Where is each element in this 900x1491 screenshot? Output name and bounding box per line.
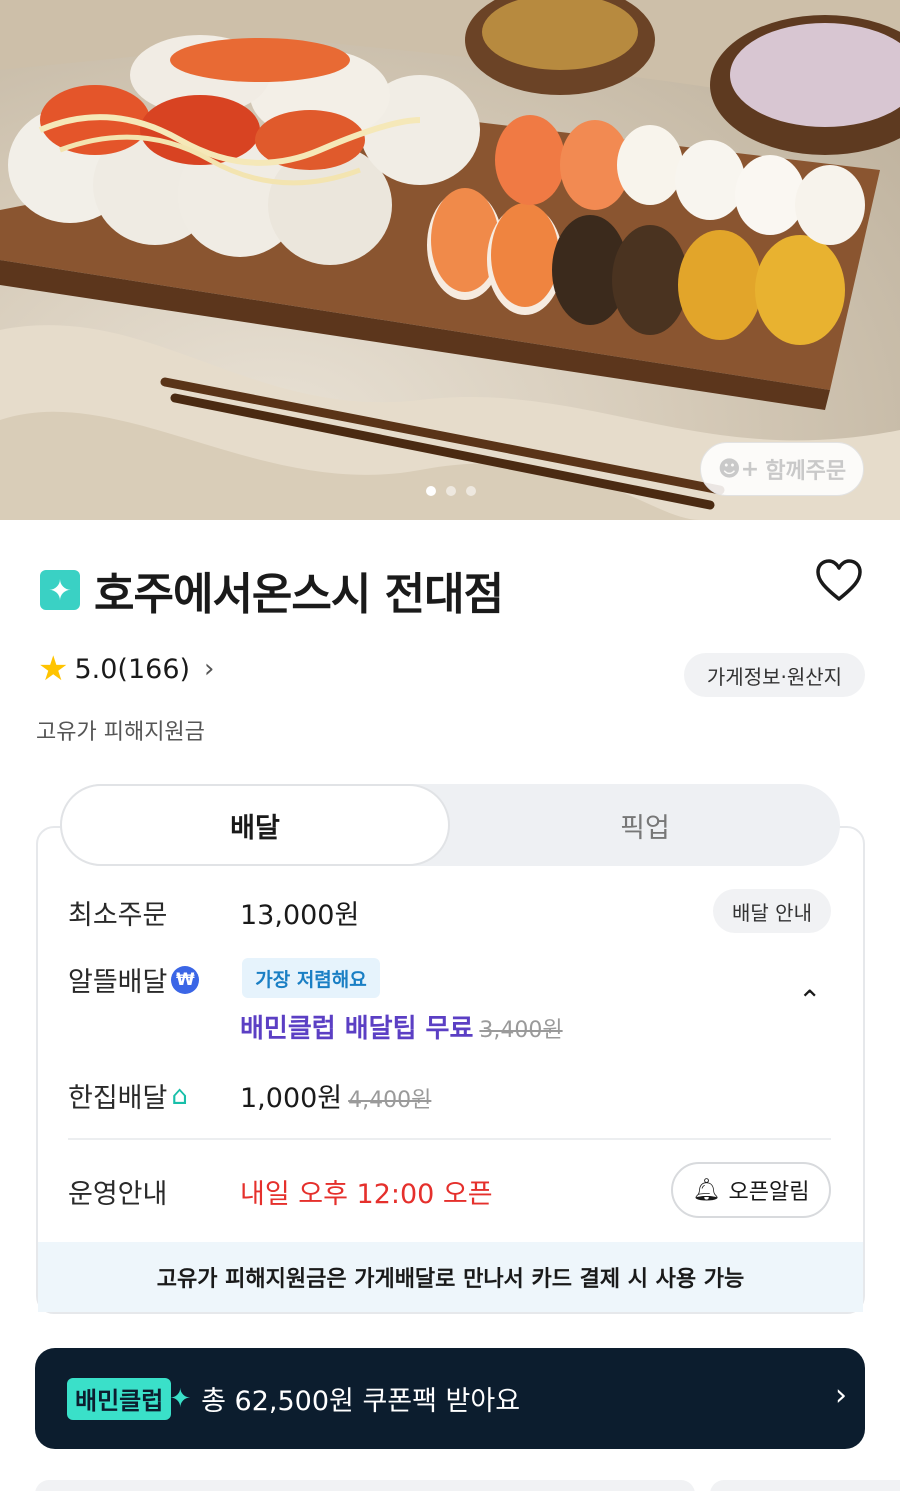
hours-label: 운영안내 [68, 1179, 168, 1210]
tab-pickup[interactable]: 픽업 [450, 784, 840, 866]
single-delivery-value: 1,000원 [240, 1083, 343, 1114]
club-logo: 배민클럽 [67, 1377, 172, 1420]
carousel-dot[interactable] [466, 486, 476, 496]
next-section-card [35, 1480, 695, 1491]
store-name: 호주에서온스시 전대점 [94, 569, 504, 620]
carousel-dots [426, 486, 476, 496]
together-order-button[interactable]: ☻+ 함께주문 [700, 442, 864, 496]
min-order-value: 13,000원 [240, 900, 360, 931]
home-arrow-icon: ⌂ [171, 1080, 188, 1111]
next-section-card [710, 1480, 900, 1491]
star-icon: ★ [38, 649, 69, 689]
chevron-up-icon[interactable]: ⌃ [798, 984, 821, 1017]
tab-delivery[interactable]: 배달 [60, 784, 450, 866]
cheapest-tag: 가장 저렴해요 [242, 958, 380, 998]
open-time: 내일 오후 12:00 오픈 [240, 1179, 493, 1210]
sparkle-icon: ✦ [169, 1383, 192, 1414]
store-info-button[interactable]: 가게정보·원산지 [684, 653, 865, 697]
add-person-icon: ☻+ [717, 456, 760, 482]
single-delivery-row-label: 한집배달 ⌂ [68, 1076, 188, 1115]
divider [68, 1138, 831, 1140]
rating-value: 5.0(166) [74, 653, 191, 685]
favorite-heart-icon[interactable] [814, 556, 864, 606]
store-title-row: ✦ 호주에서온스시 전대점 [40, 560, 504, 620]
saver-delivery-row-label: 알뜰배달 ₩ [68, 960, 200, 999]
rating-link[interactable]: ★ 5.0(166) › [38, 652, 214, 686]
delivery-guide-button[interactable]: 배달 안내 [713, 889, 831, 933]
baemin-sparkle-icon: ✦ [40, 570, 80, 610]
carousel-dot[interactable] [426, 486, 436, 496]
single-delivery-price: 1,000원 4,400원 [240, 1076, 431, 1115]
single-delivery-label: 한집배달 [68, 1083, 168, 1114]
club-free-text: 배민클럽 배달팁 무료 [240, 1014, 474, 1044]
club-free-tip: 배민클럽 배달팁 무료 3,400원 [240, 1008, 563, 1045]
wallet-pay-icon: ₩ [171, 965, 200, 994]
club-coupon-text: 총 62,500원 쿠폰팩 받아요 [201, 1386, 521, 1417]
chevron-right-icon: › [204, 654, 215, 684]
store-hero-image[interactable]: ☻+ 함께주문 [0, 0, 900, 520]
open-alarm-label: 오픈알림 [728, 1180, 810, 1205]
min-order-label: 최소주문 [68, 900, 168, 931]
chevron-right-icon: › [835, 1378, 847, 1413]
carousel-dot[interactable] [446, 486, 456, 496]
single-original-price: 4,400원 [348, 1088, 432, 1113]
saver-original-price: 3,400원 [479, 1018, 563, 1043]
subsidy-notice: 고유가 피해지원금은 가게배달로 만나서 카드 결제 시 사용 가능 [38, 1242, 863, 1312]
subsidy-label: 고유가 피해지원금 [36, 720, 205, 745]
together-order-label: 함께주문 [765, 459, 847, 484]
baemin-club-coupon-banner[interactable]: 배민클럽 ✦ 총 62,500원 쿠폰팩 받아요 › [35, 1348, 865, 1449]
bell-icon: 🔔︎ [692, 1177, 721, 1203]
order-type-tabs: 배달 픽업 [60, 784, 840, 866]
saver-delivery-label: 알뜰배달 [68, 967, 168, 998]
open-alarm-button[interactable]: 🔔︎ 오픈알림 [671, 1162, 831, 1218]
